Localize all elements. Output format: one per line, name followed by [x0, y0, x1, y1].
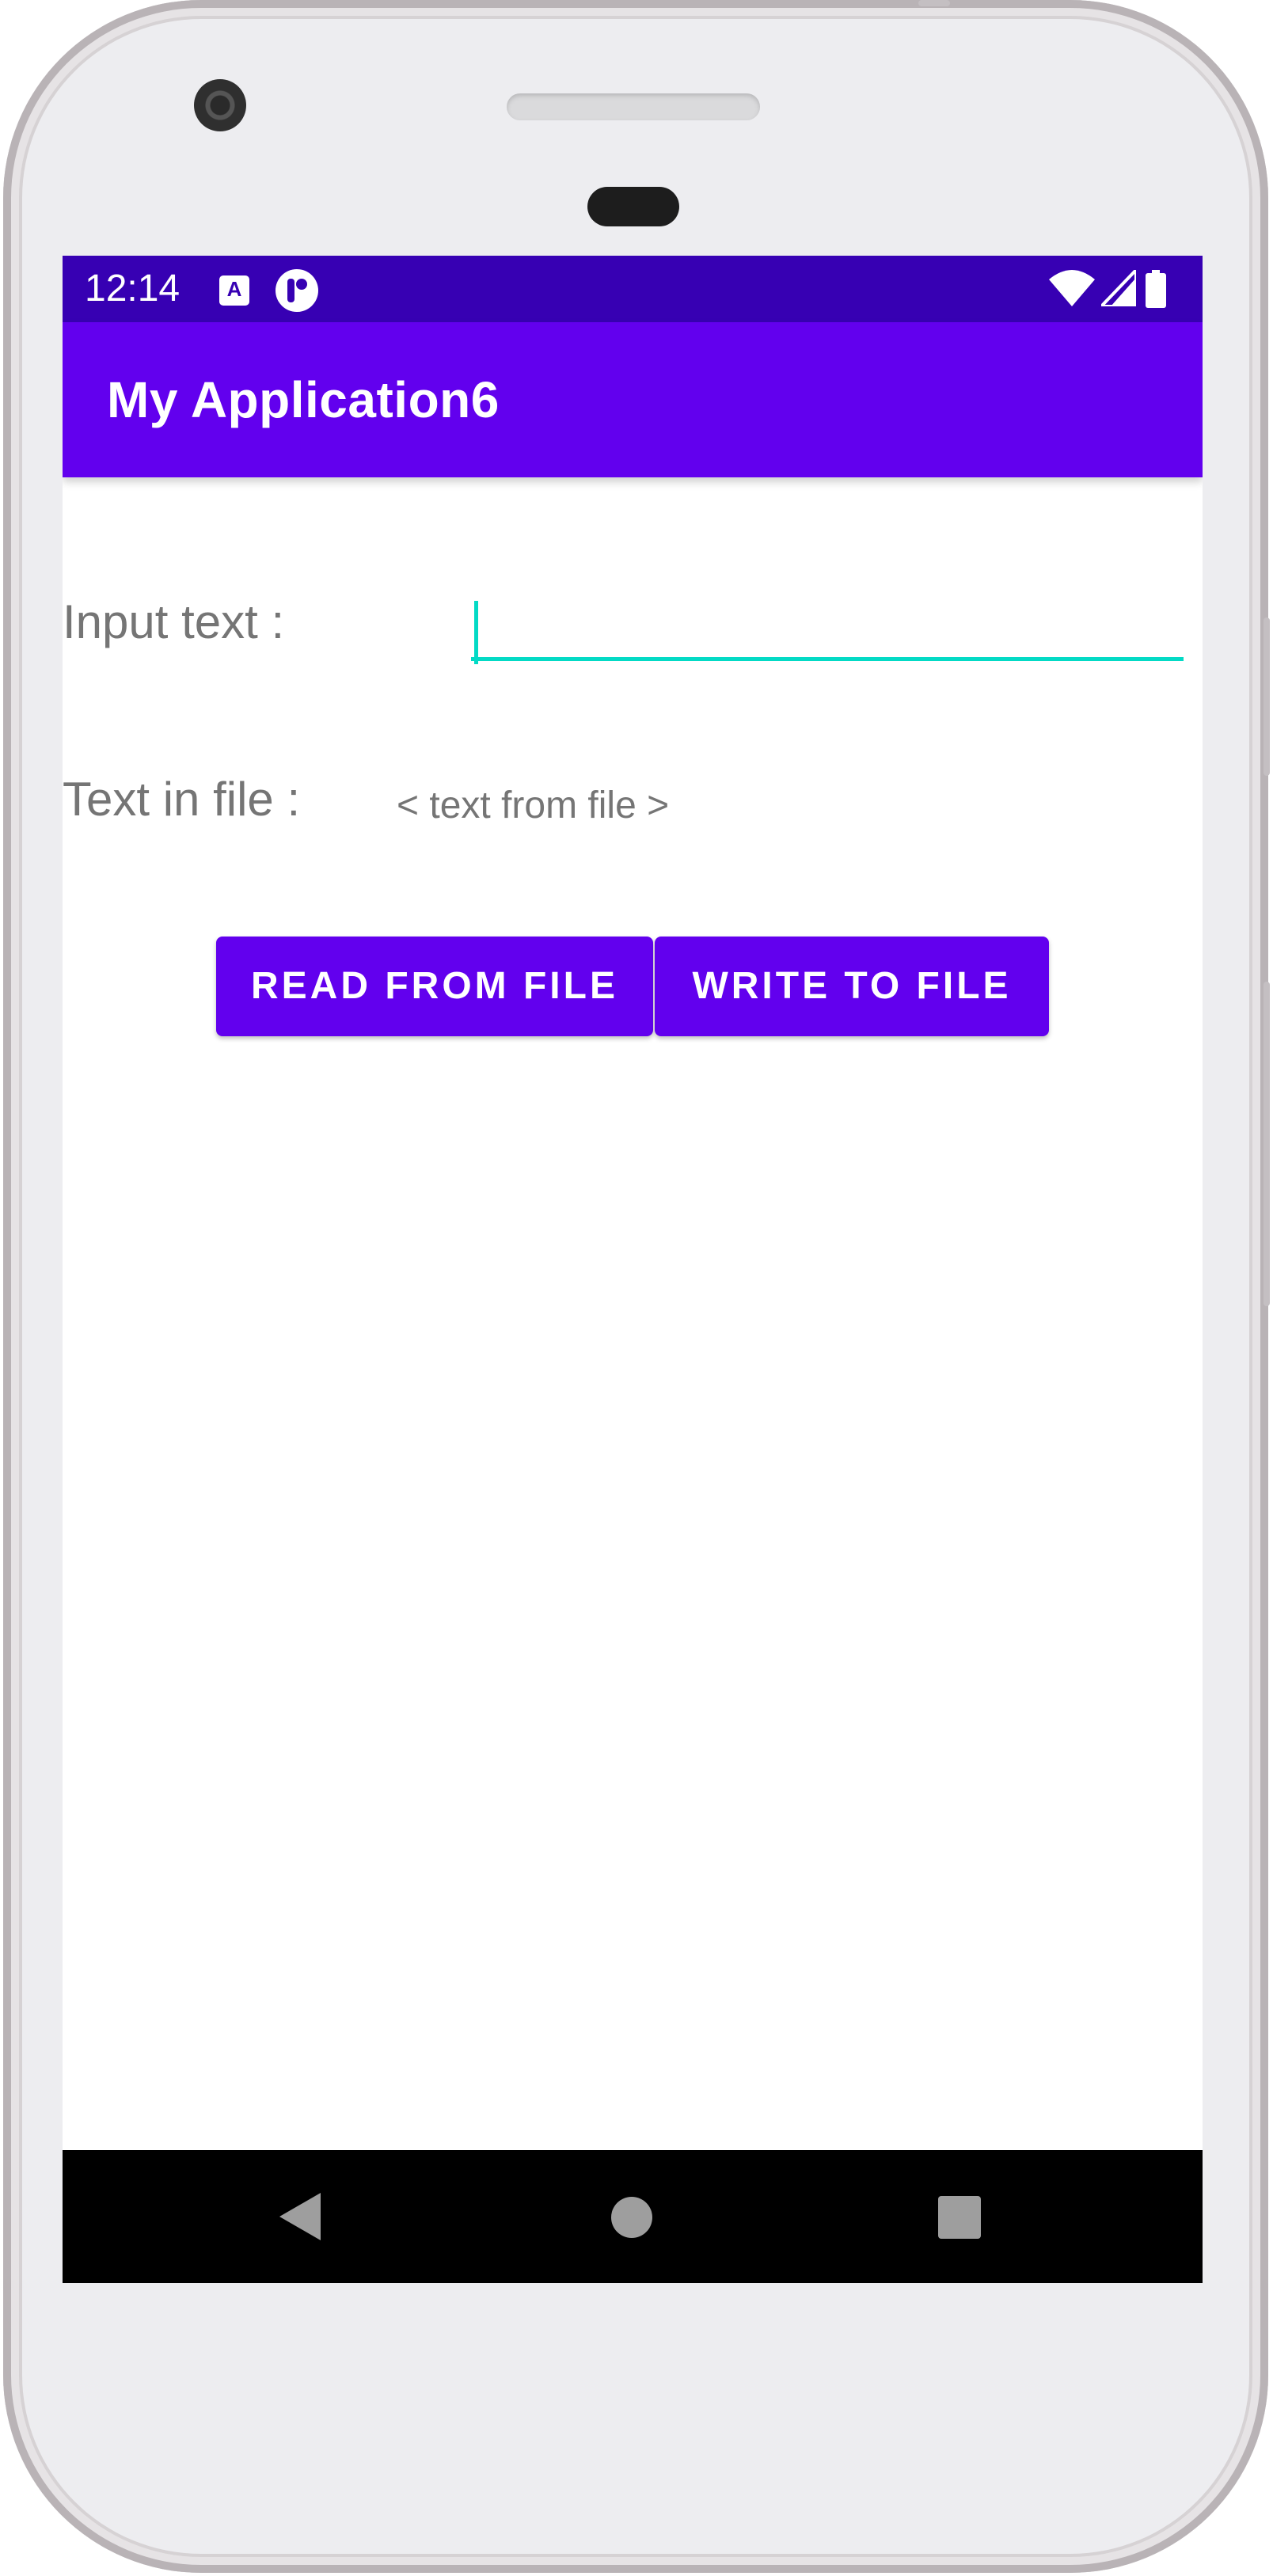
text-cursor	[474, 601, 478, 664]
home-icon[interactable]	[610, 2196, 653, 2239]
app-notification-icon	[276, 269, 318, 312]
back-icon[interactable]	[279, 2193, 324, 2240]
app-bar: My Application6	[63, 322, 1203, 477]
recents-icon[interactable]	[938, 2196, 981, 2239]
earpiece-speaker	[507, 93, 760, 120]
signal-icon	[1101, 270, 1136, 306]
wifi-icon	[1049, 270, 1095, 306]
status-time: 12:14	[85, 268, 180, 310]
app-title: My Application6	[107, 371, 500, 428]
top-button	[918, 0, 950, 6]
status-bar: 12:14 A	[63, 256, 1203, 322]
proximity-sensor	[587, 187, 679, 226]
front-camera	[194, 79, 246, 131]
power-button	[1264, 617, 1270, 776]
text-input[interactable]	[471, 585, 1184, 661]
a-notification-icon: A	[219, 275, 249, 306]
input-text-label: Input text :	[63, 595, 285, 648]
write-to-file-button[interactable]: WRITE TO FILE	[655, 937, 1049, 1036]
input-field-container	[471, 585, 1191, 667]
text-in-file-label: Text in file :	[63, 773, 301, 826]
navigation-bar	[63, 2150, 1203, 2283]
read-from-file-button[interactable]: READ FROM FILE	[216, 937, 653, 1036]
battery-icon	[1146, 270, 1166, 308]
volume-button	[1264, 982, 1270, 1306]
app-screen: 12:14 A My Application6 Input text : Tex…	[63, 256, 1203, 2283]
file-text-value: < text from file >	[397, 785, 670, 826]
